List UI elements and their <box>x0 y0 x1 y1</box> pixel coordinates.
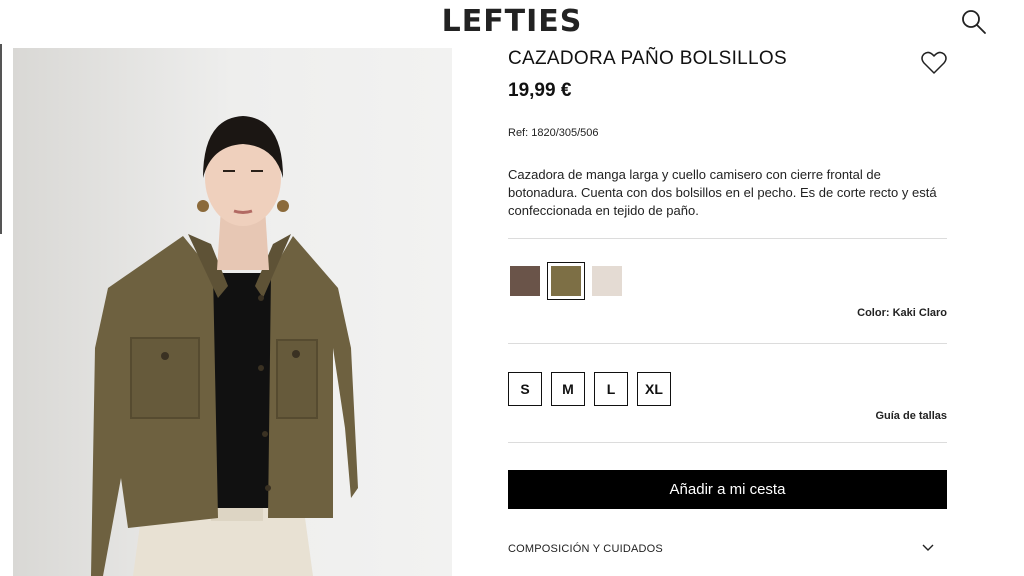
divider <box>508 442 947 443</box>
divider <box>508 238 947 239</box>
color-swatch-brown[interactable] <box>510 266 540 296</box>
product-description: Cazadora de manga larga y cuello camiser… <box>508 167 937 218</box>
heart-icon[interactable] <box>920 50 948 76</box>
product-title: CAZADORA PAÑO BOLSILLOS <box>508 48 787 69</box>
size-option-xl[interactable]: XL <box>637 372 671 406</box>
product-image <box>13 48 452 576</box>
size-option-l[interactable]: L <box>594 372 628 406</box>
add-to-cart-button[interactable]: Añadir a mi cesta <box>508 470 947 509</box>
brand-logo[interactable]: LEFTIES <box>0 4 1024 39</box>
size-option-s[interactable]: S <box>508 372 542 406</box>
search-icon[interactable] <box>960 8 988 36</box>
chevron-down-icon <box>921 541 935 555</box>
selected-color-label: Color: Kaki Claro <box>857 307 947 319</box>
size-guide-link[interactable]: Guía de tallas <box>875 410 947 422</box>
color-swatch-kaki[interactable] <box>547 262 585 300</box>
product-price: 19,99 € <box>508 80 572 101</box>
site-header: LEFTIES <box>0 0 1024 44</box>
divider <box>508 343 947 344</box>
prev-image-edge[interactable] <box>0 44 2 234</box>
size-option-m[interactable]: M <box>551 372 585 406</box>
composition-label: COMPOSICIÓN Y CUIDADOS <box>508 543 663 555</box>
product-ref: Ref: 1820/305/506 <box>508 127 599 139</box>
color-swatch-cream[interactable] <box>592 266 622 296</box>
composition-accordion[interactable]: COMPOSICIÓN Y CUIDADOS <box>508 537 947 561</box>
